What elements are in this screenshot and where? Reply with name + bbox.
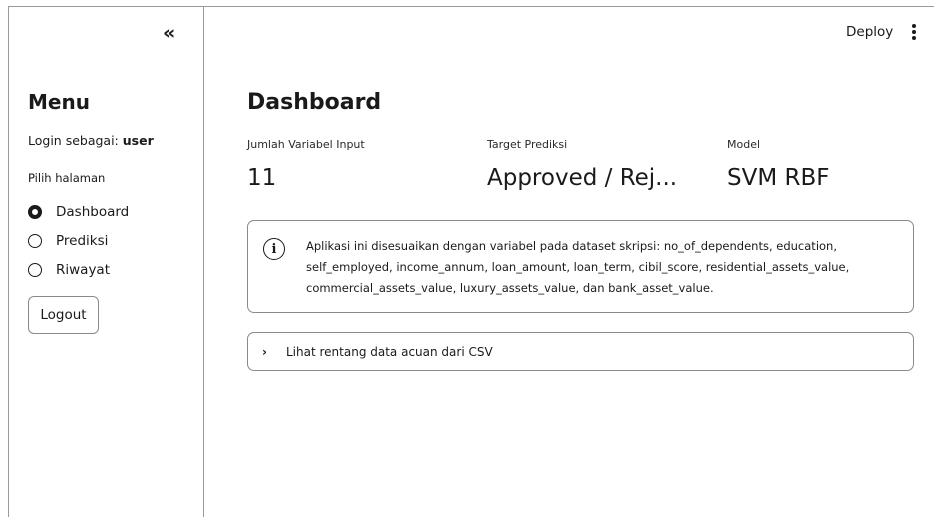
metric-label: Jumlah Variabel Input: [247, 138, 365, 151]
radio-label: Riwayat: [56, 261, 110, 278]
collapse-sidebar-icon[interactable]: «: [163, 23, 175, 43]
radio-label: Prediksi: [56, 232, 109, 249]
radio-unchecked-icon[interactable]: [28, 262, 42, 277]
metric-input-count: Jumlah Variabel Input 11: [247, 138, 365, 191]
chevron-right-icon: ›: [262, 344, 267, 359]
metric-target: Target Prediksi Approved / Rej...: [487, 138, 677, 191]
menu-title: Menu: [28, 90, 90, 114]
radio-label: Dashboard: [56, 203, 130, 220]
csv-range-expander[interactable]: › Lihat rentang data acuan dari CSV: [247, 332, 914, 371]
info-alert: i Aplikasi ini disesuaikan dengan variab…: [247, 220, 914, 313]
login-status: Login sebagai: user: [28, 133, 154, 148]
metric-value: 11: [247, 165, 277, 191]
info-text: Aplikasi ini disesuaikan dengan variabel…: [306, 239, 850, 295]
radio-dashboard[interactable]: Dashboard: [28, 197, 129, 226]
radio-riwayat[interactable]: Riwayat: [28, 255, 129, 284]
page-title: Dashboard: [247, 90, 382, 115]
info-icon: i: [263, 238, 285, 260]
login-prefix: Login sebagai:: [28, 133, 119, 148]
metric-label: Target Prediksi: [487, 138, 568, 151]
more-options-icon[interactable]: [907, 21, 921, 43]
expander-label: Lihat rentang data acuan dari CSV: [286, 344, 493, 359]
page-radio-group: Dashboard Prediksi Riwayat: [28, 197, 129, 284]
metric-label: Model: [727, 138, 761, 151]
radio-checked-icon[interactable]: [28, 204, 42, 219]
radio-prediksi[interactable]: Prediksi: [28, 226, 129, 255]
sidebar: « Menu Login sebagai: user Pilih halaman…: [9, 7, 204, 517]
app-frame: « Menu Login sebagai: user Pilih halaman…: [8, 6, 934, 517]
page-select-label: Pilih halaman: [28, 171, 106, 185]
metric-model: Model SVM RBF: [727, 138, 829, 191]
metric-value: SVM RBF: [727, 165, 830, 191]
metric-value: Approved / Rej...: [487, 165, 678, 191]
logout-button[interactable]: Logout: [28, 296, 99, 334]
deploy-button[interactable]: Deploy: [846, 24, 893, 40]
login-username: user: [122, 133, 154, 148]
radio-unchecked-icon[interactable]: [28, 233, 42, 248]
